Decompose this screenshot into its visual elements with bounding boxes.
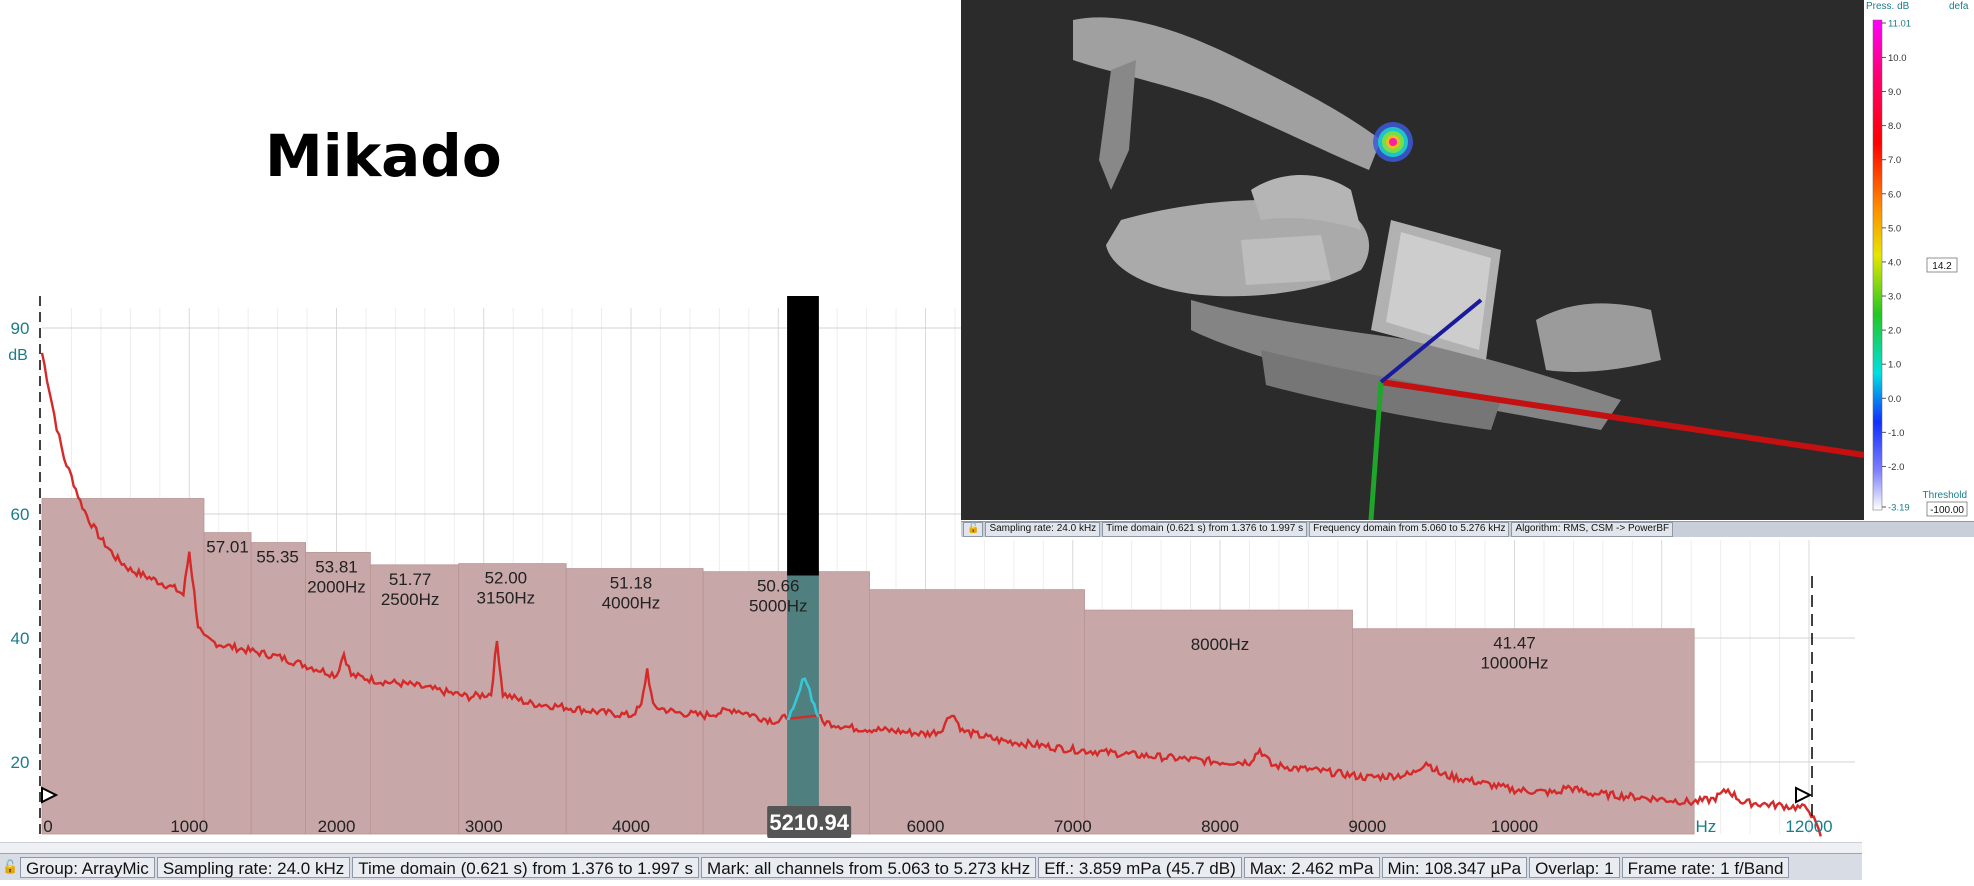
view3d-status-sampling: Sampling rate: 24.0 kHz (985, 522, 1101, 537)
threshold-value: -100.00 (1930, 505, 1964, 516)
sound-source-hotspot (1373, 122, 1413, 162)
legend-tick-label: 0.0 (1888, 394, 1901, 405)
legend-tick-label: 2.0 (1888, 326, 1901, 337)
x-tick-label: 1000 (170, 817, 208, 836)
x-tick-label: 3000 (465, 817, 503, 836)
threshold-label: Threshold (1923, 490, 1967, 501)
y-tick-label: 20 (11, 753, 30, 772)
legend-tick-label: 9.0 (1888, 87, 1901, 98)
legend-tick-label: 4.0 (1888, 257, 1901, 268)
band-label-value: 41.47 (1493, 634, 1536, 653)
lock-icon[interactable]: 🔓 (2, 858, 18, 876)
view3d-status-bar: 🔓 Sampling rate: 24.0 kHz Time domain (0… (961, 521, 1974, 537)
x-tick-label: 8000 (1201, 817, 1239, 836)
legend-tick-label: 8.0 (1888, 121, 1901, 132)
band-label-value: 51.18 (610, 574, 653, 593)
view3d-status-frequency-domain: Frequency domain from 5.060 to 5.276 kHz (1309, 522, 1510, 537)
x-tick-label: 2000 (318, 817, 356, 836)
legend-tick-label: 10.0 (1888, 53, 1907, 64)
status-max: Max: 2.462 mPa (1243, 856, 1380, 878)
band-bar (250, 542, 306, 835)
status-frame-rate: Frame rate: 1 f/Band (1621, 856, 1790, 878)
band-label-frequency: 8000Hz (1191, 635, 1250, 654)
legend-tick-label: 6.0 (1888, 189, 1901, 200)
cursor-readout: 5210.94 (769, 810, 849, 835)
y-axis-unit: dB (8, 347, 28, 364)
status-overlap: Overlap: 1 (1529, 856, 1620, 878)
view3d-status-algorithm: Algorithm: RMS, CSM -> PowerBF (1511, 522, 1674, 537)
view3d-lock-icon[interactable]: 🔓 (963, 522, 984, 537)
status-mark: Mark: all channels from 5.063 to 5.273 k… (701, 856, 1037, 878)
band-label-value: 52.00 (485, 569, 528, 588)
legend-value-text: 14.2 (1932, 261, 1952, 272)
band-label-value: 50.66 (757, 577, 800, 596)
band-label-frequency: 2000Hz (307, 577, 366, 596)
acoustic-3d-view[interactable]: Press. dB defa 11.01 10.0 9.0 8.0 7.0 6.0 5.0 4… (961, 0, 1974, 540)
color-legend: Press. dB defa 11.01 10.0 9.0 8.0 7.0 6.0 5.0 4… (1864, 0, 1974, 520)
3d-scene[interactable] (961, 0, 1864, 520)
legend-tick-label: 1.0 (1888, 360, 1901, 371)
band-bar (203, 532, 252, 835)
x-axis-unit: Hz (1696, 817, 1717, 836)
band-label-frequency: 5000Hz (749, 597, 808, 616)
status-min: Min: 108.347 µPa (1381, 856, 1528, 878)
band-label-frequency: 3150Hz (477, 589, 536, 608)
band-label-value: 51.77 (389, 570, 432, 589)
band-label-value: 57.01 (206, 538, 249, 557)
status-effective: Eff.: 3.859 mPa (45.7 dB) (1038, 856, 1242, 878)
x-tick-label: 7000 (1054, 817, 1092, 836)
legend-title-right: defa (1949, 1, 1969, 12)
cursor-bar[interactable] (787, 296, 819, 576)
band-bar (869, 589, 1085, 835)
slide-title: Mikado (265, 122, 502, 190)
status-sampling-rate: Sampling rate: 24.0 kHz (156, 856, 351, 878)
legend-tick-label: -2.0 (1888, 462, 1904, 473)
y-tick-label: 60 (11, 505, 30, 524)
legend-tick-label: 11.01 (1888, 19, 1911, 30)
y-tick-label: 40 (11, 629, 30, 648)
view3d-status-time-domain: Time domain (0.621 s) from 1.376 to 1.99… (1102, 522, 1308, 537)
legend-tick-label: 7.0 (1888, 155, 1901, 166)
band-label-value: 53.81 (315, 557, 358, 576)
x-tick-label: 0 (43, 817, 52, 836)
band-label-frequency: 10000Hz (1480, 654, 1548, 673)
x-tick-label: 12000 (1785, 817, 1832, 836)
legend-tick-label: 3.0 (1888, 292, 1901, 303)
band-label-value: 55.35 (256, 548, 299, 567)
color-scale (1872, 19, 1883, 511)
y-tick-label: 90 (11, 319, 30, 338)
band-label-frequency: 2500Hz (381, 590, 440, 609)
legend-tick-label: 5.0 (1888, 223, 1901, 234)
status-bar: 🔓 Group: ArrayMic Sampling rate: 24.0 kH… (0, 853, 1862, 880)
legend-title: Press. dB (1866, 1, 1910, 12)
x-tick-label: 6000 (907, 817, 945, 836)
x-tick-label: 10000 (1491, 817, 1538, 836)
legend-tick-label: -1.0 (1888, 428, 1904, 439)
status-time-domain: Time domain (0.621 s) from 1.376 to 1.99… (352, 856, 700, 878)
x-tick-label: 4000 (612, 817, 650, 836)
band-label-frequency: 4000Hz (602, 594, 661, 613)
legend-tick-label: -3.19 (1888, 503, 1910, 514)
band-bar (41, 498, 205, 835)
status-group: Group: ArrayMic (20, 856, 155, 878)
x-tick-label: 9000 (1348, 817, 1386, 836)
